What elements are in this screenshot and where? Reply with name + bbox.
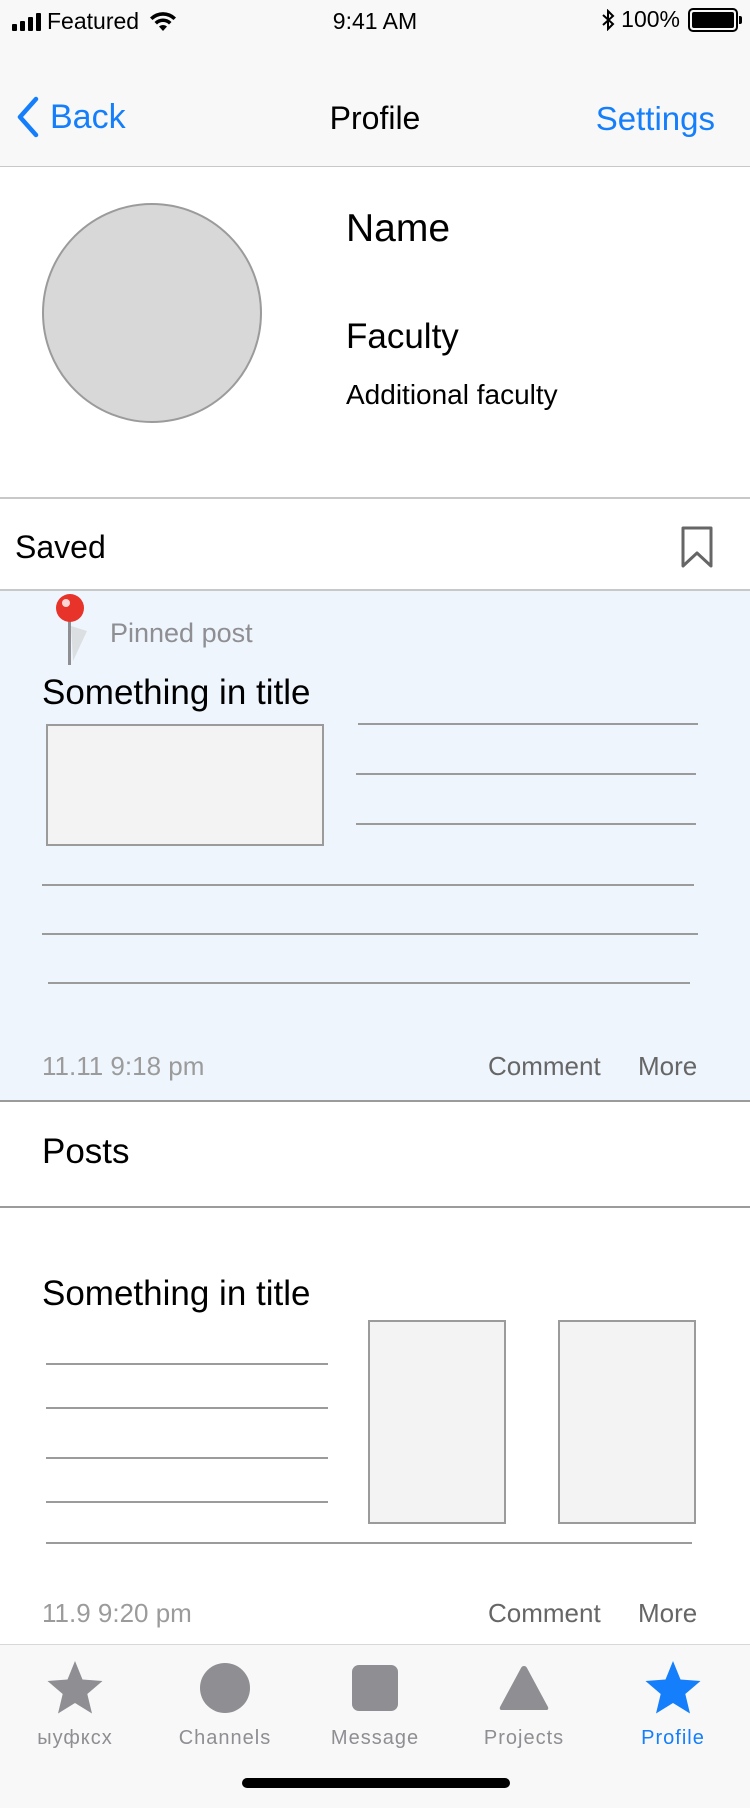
- text-placeholder-line: [46, 1501, 328, 1503]
- text-placeholder-line: [356, 823, 696, 825]
- tab-label: Channels: [178, 1727, 272, 1749]
- text-placeholder-line: [46, 1457, 328, 1459]
- status-bar: Featured 9:41 AM 100%: [0, 0, 750, 44]
- tab-profile[interactable]: Profile: [598, 1655, 748, 1750]
- profile-header: Name Faculty Additional faculty: [0, 167, 750, 499]
- pinned-badge: Pinned post: [110, 618, 253, 648]
- post-title: Something in title: [42, 1274, 311, 1313]
- text-placeholder-line: [46, 1407, 328, 1409]
- bluetooth-icon: [602, 8, 615, 31]
- post-image[interactable]: [46, 724, 324, 846]
- tab-channels[interactable]: Channels: [150, 1655, 300, 1750]
- profile-additional-faculty: Additional faculty: [346, 379, 558, 410]
- comment-button[interactable]: Comment: [488, 1051, 601, 1082]
- tab-message[interactable]: Message: [300, 1655, 450, 1750]
- more-button[interactable]: More: [638, 1051, 697, 1082]
- text-placeholder-line: [46, 1363, 328, 1365]
- text-placeholder-line: [48, 982, 690, 984]
- saved-row[interactable]: Saved: [0, 499, 750, 591]
- battery-icon: [688, 7, 742, 32]
- post-card[interactable]: Something in title 11.9 9:20 pm Comment …: [0, 1208, 750, 1644]
- text-placeholder-line: [46, 1542, 692, 1544]
- profile-name: Name: [346, 207, 451, 250]
- bookmark-icon[interactable]: [680, 525, 714, 569]
- text-placeholder-line: [356, 773, 696, 775]
- post-title: Something in title: [42, 673, 311, 712]
- pin-icon: [56, 594, 87, 665]
- triangle-icon: [499, 1666, 549, 1710]
- post-timestamp: 11.9 9:20 pm: [42, 1598, 192, 1628]
- square-icon: [352, 1665, 398, 1711]
- tab-projects[interactable]: Projects: [449, 1655, 599, 1750]
- post-image[interactable]: [558, 1320, 696, 1524]
- saved-label: Saved: [15, 529, 106, 565]
- star-icon: [47, 1661, 103, 1714]
- text-placeholder-line: [42, 933, 698, 935]
- home-indicator[interactable]: [242, 1778, 510, 1788]
- text-placeholder-line: [358, 723, 698, 725]
- pinned-post-card[interactable]: Pinned post Something in title 11.11 9:1…: [0, 591, 750, 1102]
- text-placeholder-line: [42, 884, 694, 886]
- tab-label: ыуфксх: [37, 1727, 113, 1749]
- tab-featured[interactable]: ыуфксх: [0, 1655, 150, 1750]
- post-timestamp: 11.11 9:18 pm: [42, 1051, 205, 1081]
- star-icon: [645, 1661, 701, 1714]
- post-image[interactable]: [368, 1320, 506, 1524]
- status-right: 100%: [601, 6, 742, 33]
- battery-percent: 100%: [621, 6, 680, 32]
- avatar[interactable]: [42, 203, 262, 423]
- tab-label: Projects: [483, 1727, 565, 1749]
- more-button[interactable]: More: [638, 1598, 697, 1629]
- posts-section-header: Posts: [0, 1102, 750, 1208]
- tab-label: Message: [330, 1727, 420, 1749]
- nav-bar: Back Profile Settings: [0, 44, 750, 167]
- posts-label: Posts: [42, 1132, 130, 1171]
- circle-icon: [200, 1663, 250, 1713]
- profile-faculty: Faculty: [346, 317, 459, 356]
- tab-label: Profile: [641, 1727, 705, 1749]
- comment-button[interactable]: Comment: [488, 1598, 601, 1629]
- settings-button[interactable]: Settings: [596, 100, 715, 138]
